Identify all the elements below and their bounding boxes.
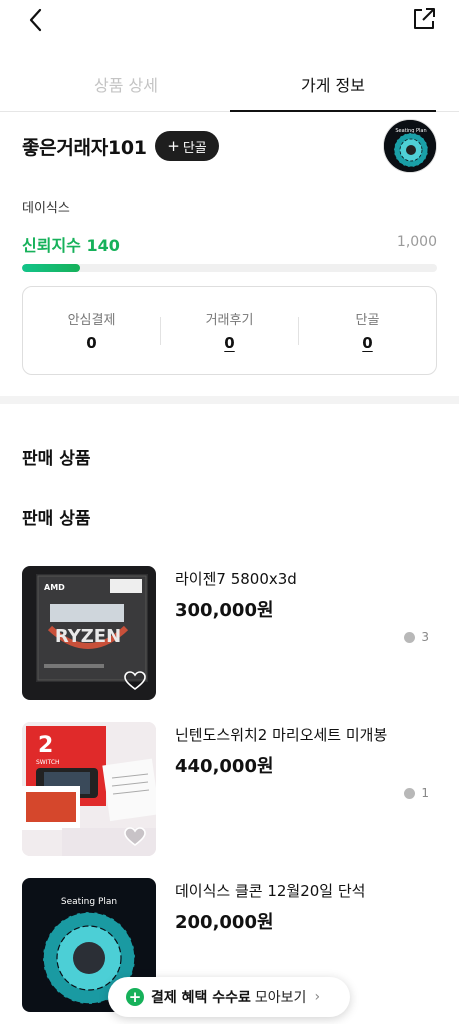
stat-label: 단골 [355, 313, 380, 328]
stat-label: 안심결제 [67, 313, 116, 328]
product-item[interactable]: AMD RYZEN 라이젠7 5800x3d 300,000원 3 [22, 566, 437, 701]
switch-logo-text: 2 [38, 733, 53, 758]
chat-count: 3 [404, 630, 429, 644]
product-title: 데이식스 클콘 12월20일 단석 [175, 882, 366, 900]
stat-value[interactable]: 0 [362, 334, 372, 352]
product-title: 닌텐도스위치2 마리오세트 미개봉 [175, 726, 388, 744]
chat-count: 1 [404, 786, 429, 800]
trust-score-fill [22, 264, 81, 272]
fee-banner-regular-text: 모아보기 [254, 990, 307, 1006]
tab-bar: 상품 상세 가게 정보 [0, 56, 459, 112]
active-tab-indicator [230, 110, 436, 112]
shop-stats-card: 안심결제 0 거래후기 0 단골 0 [22, 286, 437, 375]
shop-avatar[interactable]: Seating Plan [383, 119, 437, 173]
chevron-right-icon: › [314, 989, 321, 1005]
top-bar [0, 0, 459, 44]
chat-count-value: 1 [421, 786, 429, 800]
stat-value[interactable]: 0 [224, 334, 234, 352]
seating-plan-caption: Seating Plan [61, 897, 117, 907]
chat-count-value: 3 [421, 630, 429, 644]
product-title: 라이젠7 5800x3d [175, 570, 297, 588]
stat-reviews[interactable]: 거래후기 0 [161, 287, 298, 374]
plus-circle-icon: + [126, 988, 144, 1006]
product-price: 200,000원 [175, 912, 274, 933]
seating-plan-avatar-image: Seating Plan [384, 120, 436, 172]
product-price: 300,000원 [175, 600, 274, 621]
tab-shop-info[interactable]: 가게 정보 [230, 56, 436, 112]
share-icon[interactable] [411, 6, 437, 32]
trust-score-label: 신뢰지수 140 [22, 236, 120, 255]
seller-name: 좋은거래자101 [22, 137, 147, 159]
stat-safe-payment: 안심결제 0 [23, 287, 160, 374]
product-thumbnail[interactable]: 2 SWITCH [22, 722, 156, 856]
shop-description: 데이식스 [22, 201, 70, 216]
switch-small-text: SWITCH [36, 759, 60, 766]
chat-bubble-icon [404, 631, 416, 643]
section-heading: 판매 상품 [22, 509, 91, 529]
product-thumbnail[interactable]: AMD RYZEN [22, 566, 156, 700]
stat-value: 0 [86, 334, 97, 352]
trust-score-bar [22, 264, 437, 272]
chat-bubble-icon [404, 787, 416, 799]
amd-logo-text: AMD [44, 583, 65, 592]
follow-button-label: 단골 [182, 140, 207, 156]
follow-button[interactable]: + 단골 [155, 131, 219, 161]
back-arrow-icon[interactable] [24, 6, 48, 34]
product-item[interactable]: 2 SWITCH 닌텐도스위치2 마리오세트 미개봉 440,000원 1 [22, 722, 437, 857]
stat-regulars[interactable]: 단골 0 [299, 287, 436, 374]
plus-icon: + [167, 137, 180, 155]
heart-icon[interactable] [124, 827, 146, 847]
heart-icon[interactable] [124, 671, 146, 691]
trust-score-max: 1,000 [396, 234, 437, 250]
section-divider [0, 396, 459, 404]
fee-benefits-button[interactable]: + 결제 혜택 수수료 모아보기 › [108, 977, 350, 1017]
stat-label: 거래후기 [205, 313, 254, 328]
product-price: 440,000원 [175, 756, 274, 777]
section-heading: 판매 상품 [22, 449, 91, 469]
tab-product-detail[interactable]: 상품 상세 [23, 56, 229, 112]
ryzen-logo-text: RYZEN [55, 626, 121, 647]
fee-banner-bold-text: 결제 혜택 수수료 [151, 990, 251, 1006]
